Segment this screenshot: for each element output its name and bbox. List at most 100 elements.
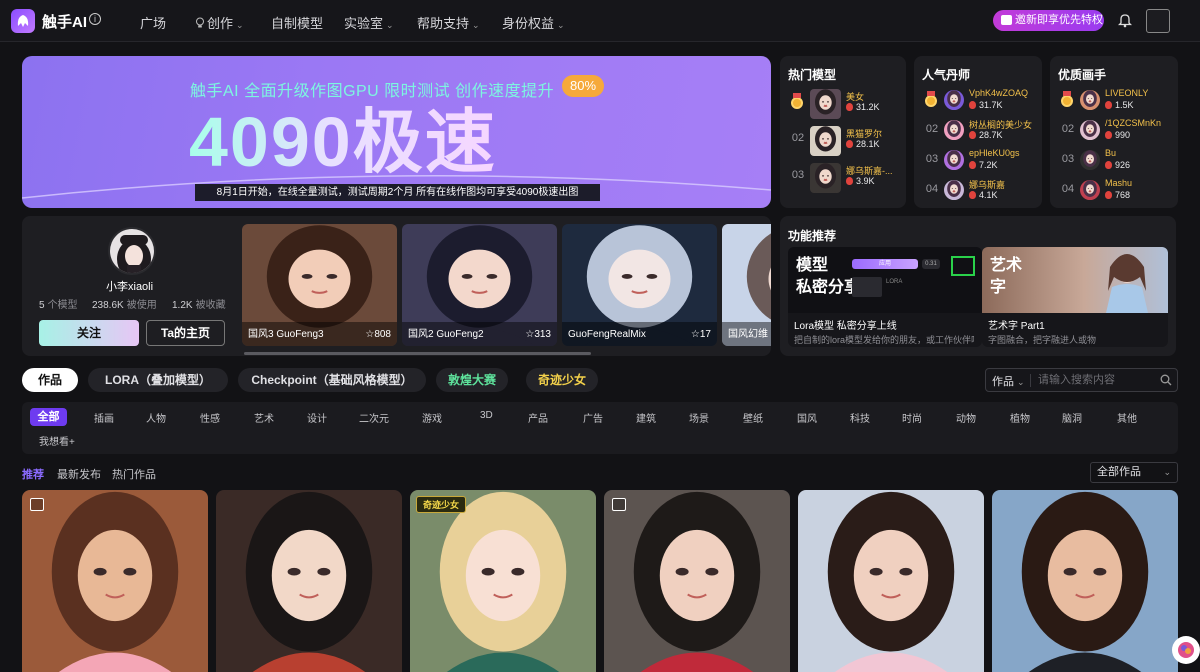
category-item[interactable]: 人物 <box>146 410 166 425</box>
category-item[interactable]: 场景 <box>689 410 709 425</box>
search-icon[interactable] <box>1160 374 1172 386</box>
nav-create[interactable]: 创作 ⌄ <box>195 13 244 32</box>
ranking-name[interactable]: Mashu <box>1105 178 1132 188</box>
tab-works[interactable]: 作品 <box>22 368 78 392</box>
model-card[interactable]: GuoFengRealMix ☆17 <box>562 224 717 346</box>
sort-latest[interactable]: 最新发布 <box>57 466 101 482</box>
feature-card[interactable]: 模型 私密分享 应用 0.31 LORA Lora模型 私密分享上线 把自制的l… <box>788 247 982 347</box>
ranking-name[interactable]: Bu <box>1105 148 1116 158</box>
works-filter-select[interactable]: 全部作品 ⌄ <box>1090 462 1178 483</box>
category-item[interactable]: 科技 <box>850 410 870 425</box>
model-thumbnail[interactable] <box>810 126 841 156</box>
tab-checkpoint[interactable]: Checkpoint（基础风格模型） <box>238 368 426 392</box>
category-more-button[interactable]: 我想看+ <box>39 433 75 448</box>
gallery-card[interactable] <box>22 490 208 672</box>
gallery-card[interactable] <box>604 490 790 672</box>
ranking-row[interactable]: VphK4wZOAQ 31.7K <box>922 87 1042 115</box>
category-item[interactable]: 壁纸 <box>743 410 763 425</box>
invite-vip-button[interactable]: 邀新即享优先特权 <box>993 10 1104 31</box>
creator-name[interactable]: 小李xiaoli <box>106 278 153 294</box>
model-name: 国风3 GuoFeng3 <box>248 329 324 340</box>
ranking-row[interactable]: 03 epHleKU0gs 7.2K <box>922 147 1042 175</box>
nav-help[interactable]: 帮助支持 ⌄ <box>417 13 480 32</box>
ai-assistant-button[interactable] <box>1172 636 1200 664</box>
carousel-scrollbar[interactable] <box>244 352 591 355</box>
category-item[interactable]: 动物 <box>956 410 976 425</box>
category-item[interactable]: 其他 <box>1117 410 1137 425</box>
user-avatar[interactable] <box>1146 9 1170 33</box>
logo-icon[interactable] <box>11 9 35 33</box>
tab-dunhuang-contest[interactable]: 敦煌大赛 <box>436 368 508 392</box>
ranking-name[interactable]: /1QZCSMnKn <box>1105 118 1161 128</box>
feature-name: 艺术字 Part1 <box>988 321 1045 332</box>
nav-custom-model[interactable]: 自制模型 <box>271 13 323 32</box>
feature-card[interactable]: 艺术 字 艺术字 Part1 字图融合，把字融进人或物 <box>982 247 1168 347</box>
bell-icon[interactable] <box>1118 12 1132 28</box>
rank-number: 02 <box>925 123 939 135</box>
user-avatar[interactable] <box>944 180 964 200</box>
category-item[interactable]: 植物 <box>1010 410 1030 425</box>
user-avatar[interactable] <box>944 90 964 110</box>
ranking-row[interactable]: 02 树丛榈的美少女 28.7K <box>922 117 1042 145</box>
category-item[interactable]: 脑洞 <box>1062 410 1082 425</box>
flame-icon <box>969 131 976 139</box>
ranking-row[interactable]: 02 /1QZCSMnKn 990 <box>1058 117 1178 145</box>
category-item[interactable]: 艺术 <box>254 410 274 425</box>
category-item[interactable]: 时尚 <box>902 410 922 425</box>
user-avatar[interactable] <box>1080 150 1100 170</box>
ranking-row[interactable]: 美女 31.2K <box>788 89 908 119</box>
nav-benefits[interactable]: 身份权益 ⌄ <box>502 13 565 32</box>
category-item[interactable]: 建筑 <box>636 410 656 425</box>
sort-popular[interactable]: 热门作品 <box>112 466 156 482</box>
category-item[interactable]: 二次元 <box>359 410 389 425</box>
heat-value: 990 <box>1115 130 1131 140</box>
ranking-row[interactable]: 03 娜乌斯嘉-... 3.9K <box>788 163 908 193</box>
model-thumbnail[interactable] <box>810 89 841 119</box>
feature-name: Lora模型 私密分享上线 <box>794 321 897 332</box>
info-icon[interactable]: i <box>89 13 101 25</box>
nav-lab[interactable]: 实验室 ⌄ <box>344 13 394 32</box>
ranking-stat: 31.2K <box>846 102 880 112</box>
follow-button[interactable]: 关注 <box>39 320 139 346</box>
category-item[interactable]: 性感 <box>200 410 220 425</box>
category-item[interactable]: 广告 <box>583 410 603 425</box>
category-item[interactable]: 产品 <box>528 410 548 425</box>
category-item[interactable]: 插画 <box>94 410 114 425</box>
ranking-row[interactable]: 04 Mashu 768 <box>1058 177 1178 205</box>
ranking-row[interactable]: 03 Bu 926 <box>1058 147 1178 175</box>
gallery-card[interactable]: 奇迹少女 <box>410 490 596 672</box>
tab-miracle-girl[interactable]: 奇迹少女 <box>526 368 598 392</box>
category-all[interactable]: 全部 <box>30 408 67 426</box>
gallery-card[interactable] <box>992 490 1178 672</box>
tab-lora[interactable]: LORA（叠加模型） <box>88 368 228 392</box>
gallery-card[interactable] <box>798 490 984 672</box>
search-input[interactable] <box>1038 371 1156 389</box>
user-avatar[interactable] <box>944 120 964 140</box>
creator-home-button[interactable]: Ta的主页 <box>146 320 225 346</box>
ranking-name[interactable]: epHleKU0gs <box>969 148 1020 158</box>
ranking-row[interactable]: 04 娜乌斯嘉 4.1K <box>922 177 1042 205</box>
ranking-name[interactable]: VphK4wZOAQ <box>969 88 1028 98</box>
ranking-row[interactable]: LIVEONLY 1.5K <box>1058 87 1178 115</box>
nav-square[interactable]: 广场 <box>140 13 166 32</box>
model-stars: ☆808 <box>365 329 391 340</box>
search-scope-select[interactable]: 作品 ⌄ <box>992 373 1025 389</box>
brand-name[interactable]: 触手AI <box>42 11 87 32</box>
model-card[interactable]: 国风2 GuoFeng2 ☆313 <box>402 224 557 346</box>
ranking-row[interactable]: 02 黑猫罗尔 28.1K <box>788 126 908 156</box>
model-card[interactable]: 国风幻维 <box>722 224 771 346</box>
user-avatar[interactable] <box>944 150 964 170</box>
category-item[interactable]: 3D <box>480 410 493 421</box>
category-item[interactable]: 国风 <box>797 410 817 425</box>
model-thumbnail[interactable] <box>810 163 841 193</box>
category-item[interactable]: 设计 <box>307 410 327 425</box>
user-avatar[interactable] <box>1080 90 1100 110</box>
category-item[interactable]: 游戏 <box>422 410 442 425</box>
creator-avatar[interactable] <box>108 227 156 275</box>
gallery-card[interactable] <box>216 490 402 672</box>
ranking-name[interactable]: LIVEONLY <box>1105 88 1148 98</box>
user-avatar[interactable] <box>1080 180 1100 200</box>
sort-recommended[interactable]: 推荐 <box>22 466 44 482</box>
user-avatar[interactable] <box>1080 120 1100 140</box>
model-card[interactable]: 国风3 GuoFeng3 ☆808 <box>242 224 397 346</box>
